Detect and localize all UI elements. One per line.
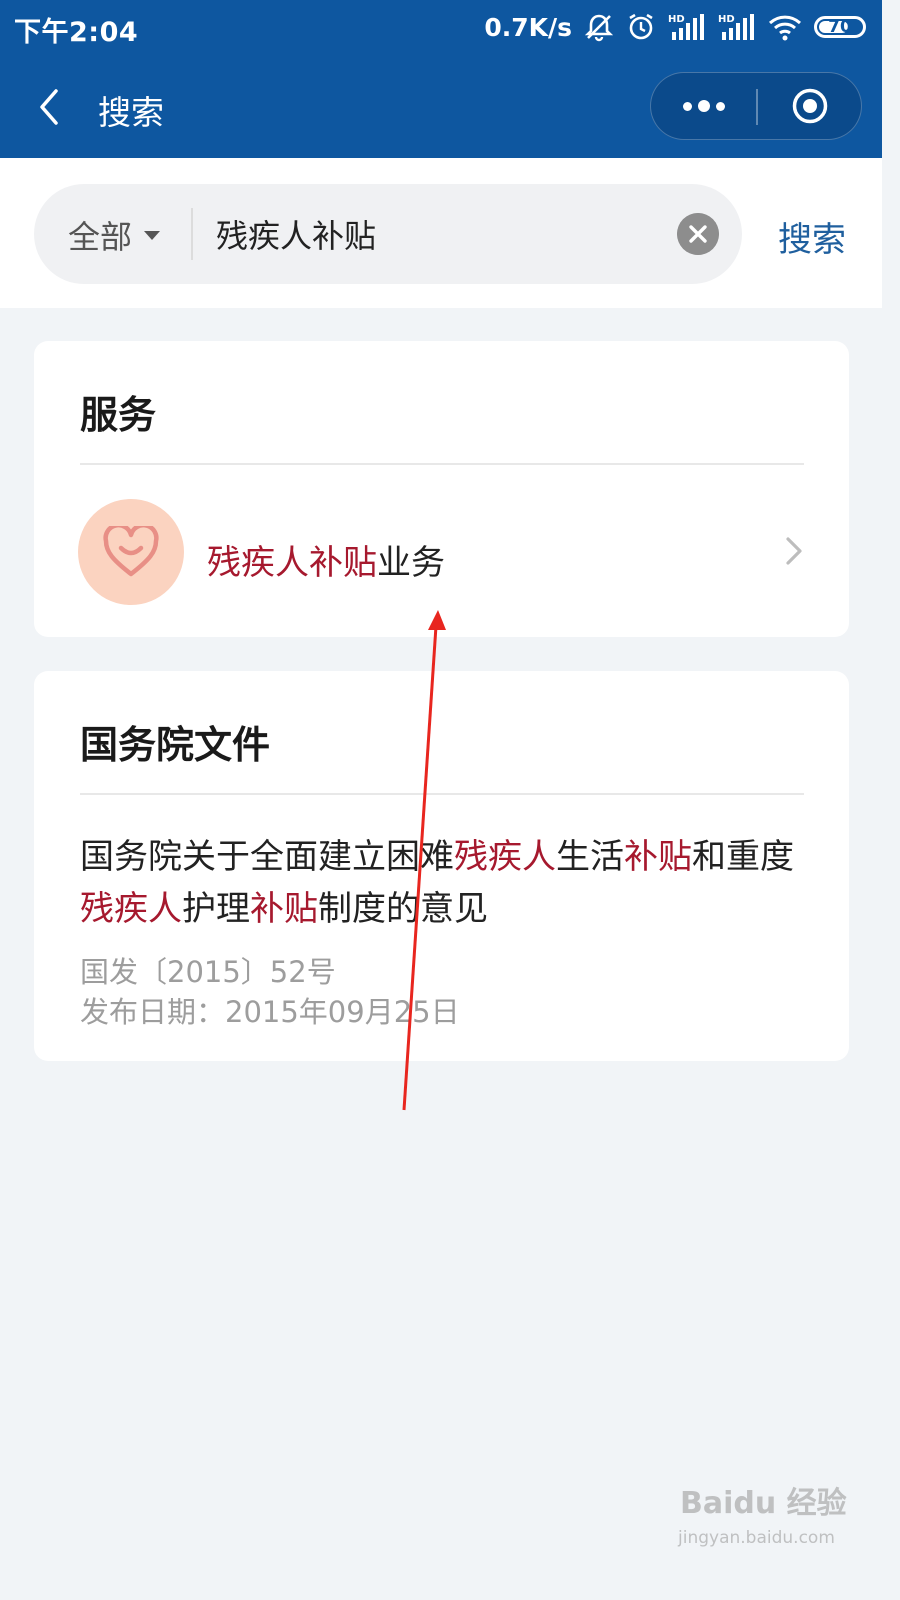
capsule-divider	[756, 89, 758, 125]
target-circle-icon[interactable]	[791, 87, 829, 125]
search-divider	[191, 208, 193, 260]
doc-title-highlight: 补贴	[624, 837, 692, 877]
svg-text:HD: HD	[668, 14, 685, 25]
search-button[interactable]: 搜索	[778, 212, 846, 261]
scope-label: 全部	[68, 218, 133, 256]
page-title: 搜索	[98, 93, 164, 132]
svg-text:HD: HD	[718, 14, 735, 25]
doc-title-highlight: 补贴	[250, 889, 318, 929]
search-area: 全部 搜索	[0, 158, 882, 308]
clear-icon[interactable]	[677, 213, 719, 255]
more-dots-icon	[682, 101, 692, 111]
battery-level: 70	[828, 17, 852, 37]
status-icons: 0.7K/s HD HD 70	[484, 8, 866, 46]
state-council-docs-card: 国务院文件 国务院关于全面建立困难残疾人生活补贴和重度残疾人护理补贴制度的意见 …	[34, 671, 849, 1061]
service-label-highlight: 残疾人补贴	[207, 543, 377, 583]
services-card: 服务 残疾人补贴业务	[34, 341, 849, 637]
search-input[interactable]	[216, 210, 666, 258]
search-box: 全部	[34, 184, 742, 284]
doc-title-text: 护理	[182, 889, 250, 929]
doc-title-highlight: 残疾人	[454, 837, 556, 877]
doc-title-highlight: 残疾人	[80, 889, 182, 929]
doc-title-text: 制度的意见	[318, 889, 488, 929]
doc-title-text: 国务院关于全面建立困难	[80, 837, 454, 877]
more-dots-icon	[715, 101, 725, 111]
hd-signal-icon: HD	[668, 12, 706, 42]
mute-icon	[584, 12, 614, 42]
more-button[interactable]	[651, 73, 756, 139]
battery-icon: 70	[814, 16, 866, 38]
status-time: 下午2:04	[14, 17, 139, 48]
more-dots-icon	[697, 100, 710, 112]
service-avatar	[78, 499, 184, 605]
doc-title-text: 和重度	[692, 837, 794, 877]
services-title: 服务	[80, 393, 157, 437]
watermark-logo: Baidu 经验	[680, 1486, 847, 1521]
docs-divider	[80, 793, 804, 795]
wifi-icon	[768, 12, 802, 42]
chevron-down-icon	[144, 230, 161, 240]
service-item[interactable]: 残疾人补贴业务	[34, 465, 849, 637]
top-bar: 下午2:04 0.7K/s HD HD 70 搜索	[0, 0, 882, 158]
net-speed: 0.7K/s	[484, 12, 572, 42]
scope-selector[interactable]: 全部	[68, 212, 161, 258]
heart-smile-icon	[103, 526, 159, 577]
doc-title-link[interactable]: 国务院关于全面建立困难残疾人生活补贴和重度残疾人护理补贴制度的意见	[80, 831, 820, 935]
service-label: 残疾人补贴业务	[207, 535, 445, 584]
doc-publish-date: 发布日期：2015年09月25日	[80, 995, 460, 1029]
doc-number: 国发〔2015〕52号	[80, 955, 336, 989]
chevron-right-icon	[786, 537, 802, 565]
alarm-icon	[626, 12, 656, 42]
service-label-rest: 业务	[377, 543, 445, 583]
docs-title: 国务院文件	[80, 723, 271, 767]
mini-program-capsule	[650, 72, 862, 140]
watermark-url: jingyan.baidu.com	[678, 1528, 835, 1548]
back-arrow-icon[interactable]	[34, 88, 64, 126]
hd-signal-icon: HD	[718, 12, 756, 42]
doc-title-text: 生活	[556, 837, 624, 877]
